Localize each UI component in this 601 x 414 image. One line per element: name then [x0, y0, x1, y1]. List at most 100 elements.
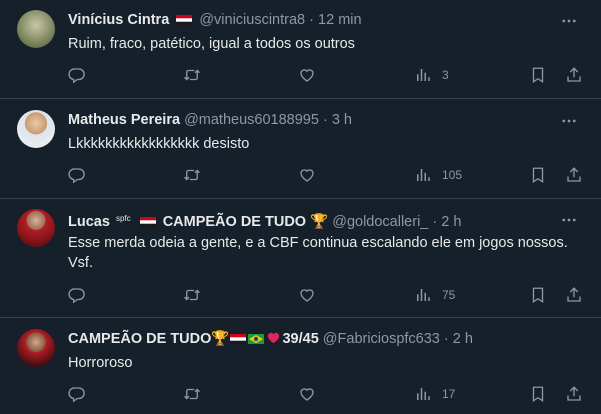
- retweet-icon: [183, 385, 201, 403]
- retweet-button[interactable]: [183, 383, 201, 405]
- avatar[interactable]: [17, 209, 55, 247]
- tweet-actions: 75: [68, 284, 601, 306]
- flag-icon: [176, 15, 192, 25]
- views-icon: [414, 286, 432, 304]
- retweet-button[interactable]: [183, 284, 201, 306]
- timestamp[interactable]: 12 min: [318, 12, 362, 28]
- views-count: 17: [442, 387, 456, 401]
- views-button[interactable]: 105: [414, 164, 462, 186]
- tweet[interactable]: Vinícius Cintra @viniciuscintra8 · 12 mi…: [0, 0, 601, 99]
- tweet-actions: 17: [68, 383, 601, 405]
- bookmark-icon: [529, 166, 547, 184]
- bookmark-icon: [529, 66, 547, 84]
- share-icon: [565, 286, 583, 304]
- bookmark-button[interactable]: [529, 383, 547, 405]
- tweet-actions: 105: [68, 164, 601, 186]
- avatar[interactable]: [17, 10, 55, 48]
- display-name[interactable]: CAMPEÃO DE TUDO: [68, 331, 211, 347]
- views-count: 105: [442, 168, 463, 182]
- share-button[interactable]: [565, 64, 583, 86]
- tweet-feed: Vinícius Cintra @viniciuscintra8 · 12 mi…: [0, 0, 601, 414]
- tweet-header: Vinícius Cintra @viniciuscintra8 · 12 mi…: [68, 10, 541, 30]
- tweet-text: Ruim, fraco, patético, igual a todos os …: [68, 36, 355, 52]
- timestamp[interactable]: 2 h: [453, 331, 473, 347]
- more-icon[interactable]: [559, 111, 579, 131]
- separator: ·: [432, 214, 438, 230]
- display-name[interactable]: Vinícius Cintra: [68, 12, 169, 28]
- avatar[interactable]: [17, 329, 55, 367]
- reply-icon: [68, 385, 86, 403]
- views-button[interactable]: 17: [414, 383, 455, 405]
- bookmark-icon: [529, 286, 547, 304]
- trophy-icon: 🏆: [211, 331, 230, 347]
- views-icon: [414, 166, 432, 184]
- retweet-icon: [183, 166, 201, 184]
- bookmark-button[interactable]: [529, 164, 547, 186]
- like-icon: [298, 166, 316, 184]
- display-name-suffix: CAMPEÃO DE TUDO: [162, 214, 307, 230]
- separator: ·: [309, 12, 314, 28]
- heart-icon: [268, 332, 280, 344]
- flag-icon: [230, 334, 246, 344]
- like-button[interactable]: [298, 164, 316, 186]
- views-button[interactable]: 75: [414, 284, 455, 306]
- views-button[interactable]: 3: [414, 64, 449, 86]
- tweet[interactable]: Matheus Pereira @matheus60188995 · 3 h L…: [0, 99, 601, 199]
- tweet-text: Esse merda odeia a gente, e a CBF contin…: [68, 235, 568, 271]
- share-icon: [565, 385, 583, 403]
- like-icon: [298, 66, 316, 84]
- reply-button[interactable]: [68, 164, 86, 186]
- retweet-button[interactable]: [183, 64, 201, 86]
- bookmark-icon: [529, 385, 547, 403]
- handle[interactable]: @matheus60188995: [184, 112, 319, 128]
- tiny-tag: spfc: [115, 214, 131, 223]
- display-name-suffix: 39/45: [282, 331, 319, 347]
- tweet-header: Lucas spfc CAMPEÃO DE TUDO 🏆 @goldocalle…: [68, 209, 541, 230]
- tweet-header: Matheus Pereira @matheus60188995 · 3 h: [68, 110, 541, 130]
- share-button[interactable]: [565, 164, 583, 186]
- timestamp[interactable]: 3 h: [332, 112, 352, 128]
- reply-button[interactable]: [68, 284, 86, 306]
- like-icon: [298, 286, 316, 304]
- views-count: 3: [442, 68, 449, 82]
- more-icon[interactable]: [559, 11, 579, 31]
- handle[interactable]: @viniciuscintra8: [199, 12, 305, 28]
- tweet[interactable]: CAMPEÃO DE TUDO🏆 39/45 @Fabriciospfc633 ·…: [0, 318, 601, 414]
- reply-button[interactable]: [68, 64, 86, 86]
- tweet-text: Horroroso: [68, 355, 133, 371]
- share-button[interactable]: [565, 383, 583, 405]
- trophy-icon: 🏆: [310, 214, 329, 230]
- share-button[interactable]: [565, 284, 583, 306]
- like-button[interactable]: [298, 383, 316, 405]
- views-icon: [414, 385, 432, 403]
- more-icon[interactable]: [559, 210, 579, 230]
- display-name[interactable]: Matheus Pereira: [68, 112, 180, 128]
- like-button[interactable]: [298, 284, 316, 306]
- reply-icon: [68, 66, 86, 84]
- retweet-button[interactable]: [183, 164, 201, 186]
- avatar[interactable]: [17, 110, 55, 148]
- bookmark-button[interactable]: [529, 64, 547, 86]
- separator: ·: [322, 112, 328, 128]
- views-icon: [414, 66, 432, 84]
- tweet-actions: 3: [68, 64, 601, 86]
- handle[interactable]: @goldocalleri_: [332, 214, 428, 230]
- retweet-icon: [183, 286, 201, 304]
- retweet-icon: [183, 66, 201, 84]
- reply-button[interactable]: [68, 383, 86, 405]
- flag-icon: [140, 217, 156, 227]
- like-icon: [298, 385, 316, 403]
- tweet-header: CAMPEÃO DE TUDO🏆 39/45 @Fabriciospfc633 ·…: [68, 329, 541, 349]
- bookmark-button[interactable]: [529, 284, 547, 306]
- timestamp[interactable]: 2 h: [441, 214, 461, 230]
- share-icon: [565, 166, 583, 184]
- reply-icon: [68, 166, 86, 184]
- tweet-text: Lkkkkkkkkkkkkkkkkk desisto: [68, 136, 250, 152]
- reply-icon: [68, 286, 86, 304]
- display-name[interactable]: Lucas: [68, 214, 110, 230]
- views-count: 75: [442, 288, 456, 302]
- brazil-flag-icon: [248, 334, 265, 344]
- like-button[interactable]: [298, 64, 316, 86]
- tweet[interactable]: Lucas spfc CAMPEÃO DE TUDO 🏆 @goldocalle…: [0, 199, 601, 318]
- handle[interactable]: @Fabriciospfc633: [323, 331, 440, 347]
